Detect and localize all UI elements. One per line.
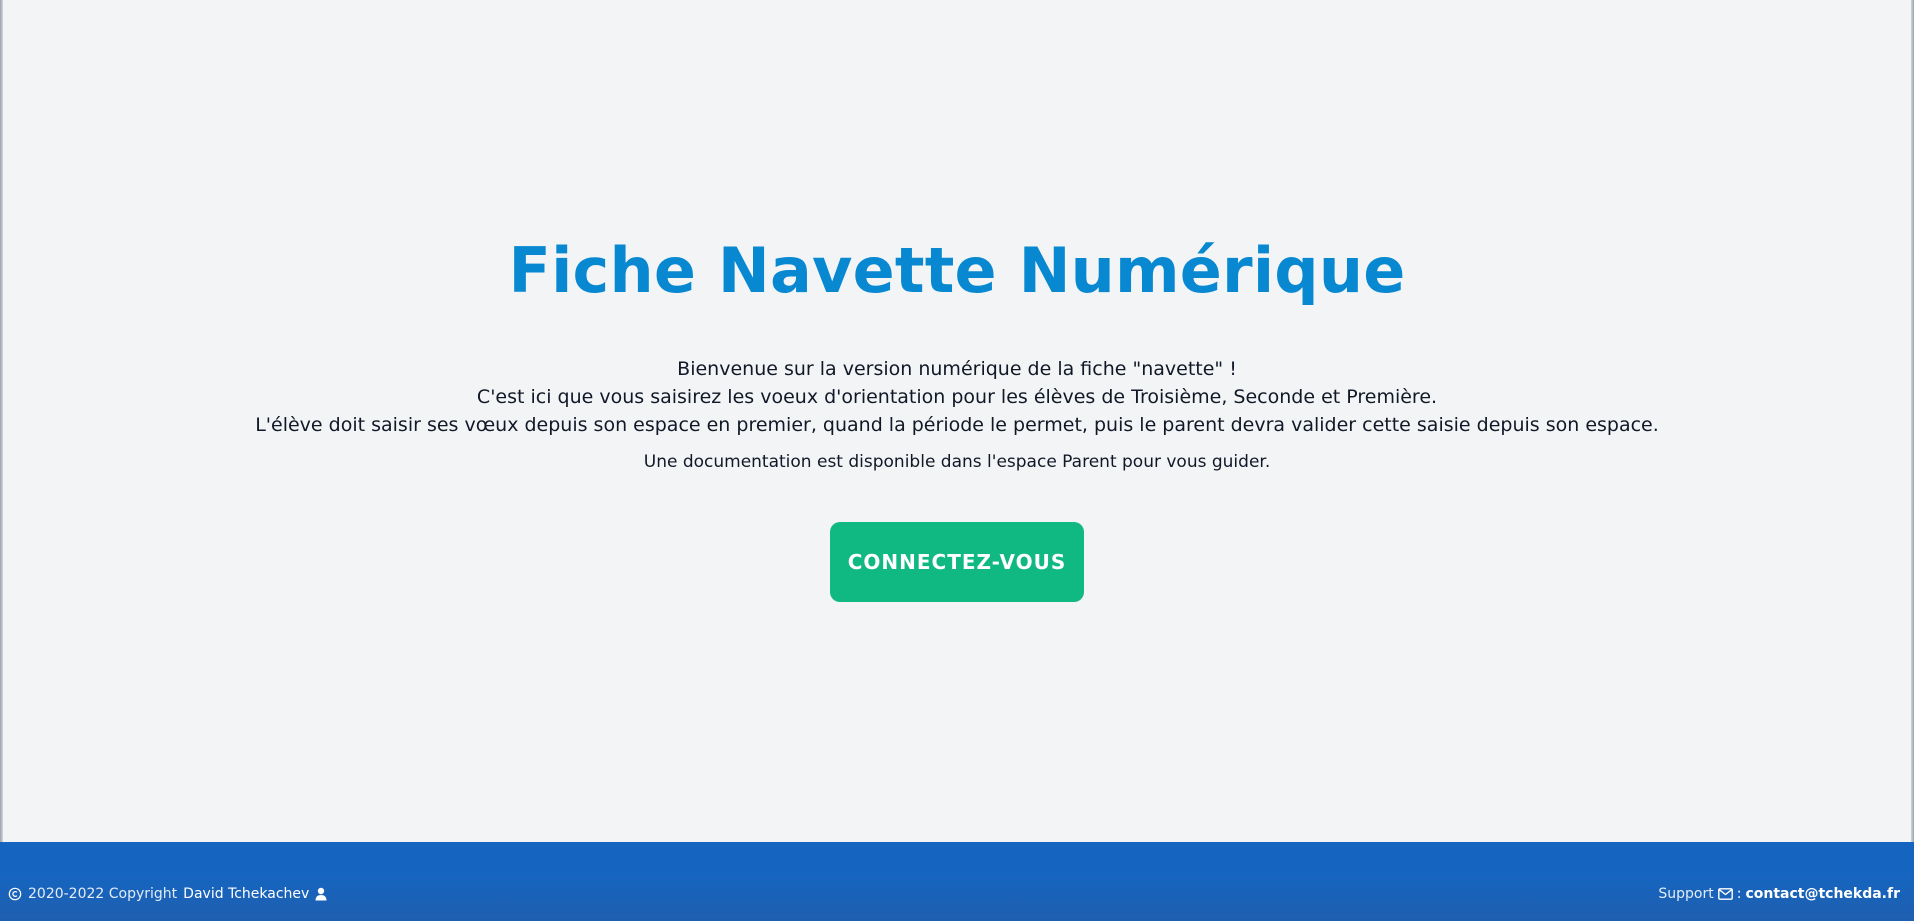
author-link[interactable]: David Tchekachev [183,886,309,902]
support-email-link[interactable]: contact@tchekda.fr [1745,886,1900,902]
copyright-icon [8,887,22,901]
footer-copyright: 2020-2022 Copyright David Tchekachev [8,886,327,902]
page: Fiche Navette Numérique Bienvenue sur la… [0,0,1914,921]
envelope-icon [1717,888,1733,900]
hero-section: Fiche Navette Numérique Bienvenue sur la… [0,0,1914,842]
support-separator: : [1736,886,1742,902]
copyright-text: 2020-2022 Copyright [28,886,178,902]
intro-line-welcome: Bienvenue sur la version numérique de la… [677,358,1237,380]
user-icon [315,887,327,901]
page-title: Fiche Navette Numérique [508,234,1406,307]
intro-text: Bienvenue sur la version numérique de la… [255,355,1659,439]
documentation-note: Une documentation est disponible dans l'… [643,452,1271,472]
footer-support: Support : contact@tchekda.fr [1658,886,1900,902]
intro-line-instructions: L'élève doit saisir ses vœux depuis son … [255,414,1659,436]
support-label: Support [1658,886,1714,902]
connect-button[interactable]: CONNECTEZ-VOUS [830,522,1084,602]
intro-line-purpose: C'est ici que vous saisirez les voeux d'… [476,386,1438,408]
footer: 2020-2022 Copyright David Tchekachev Sup… [0,842,1914,921]
